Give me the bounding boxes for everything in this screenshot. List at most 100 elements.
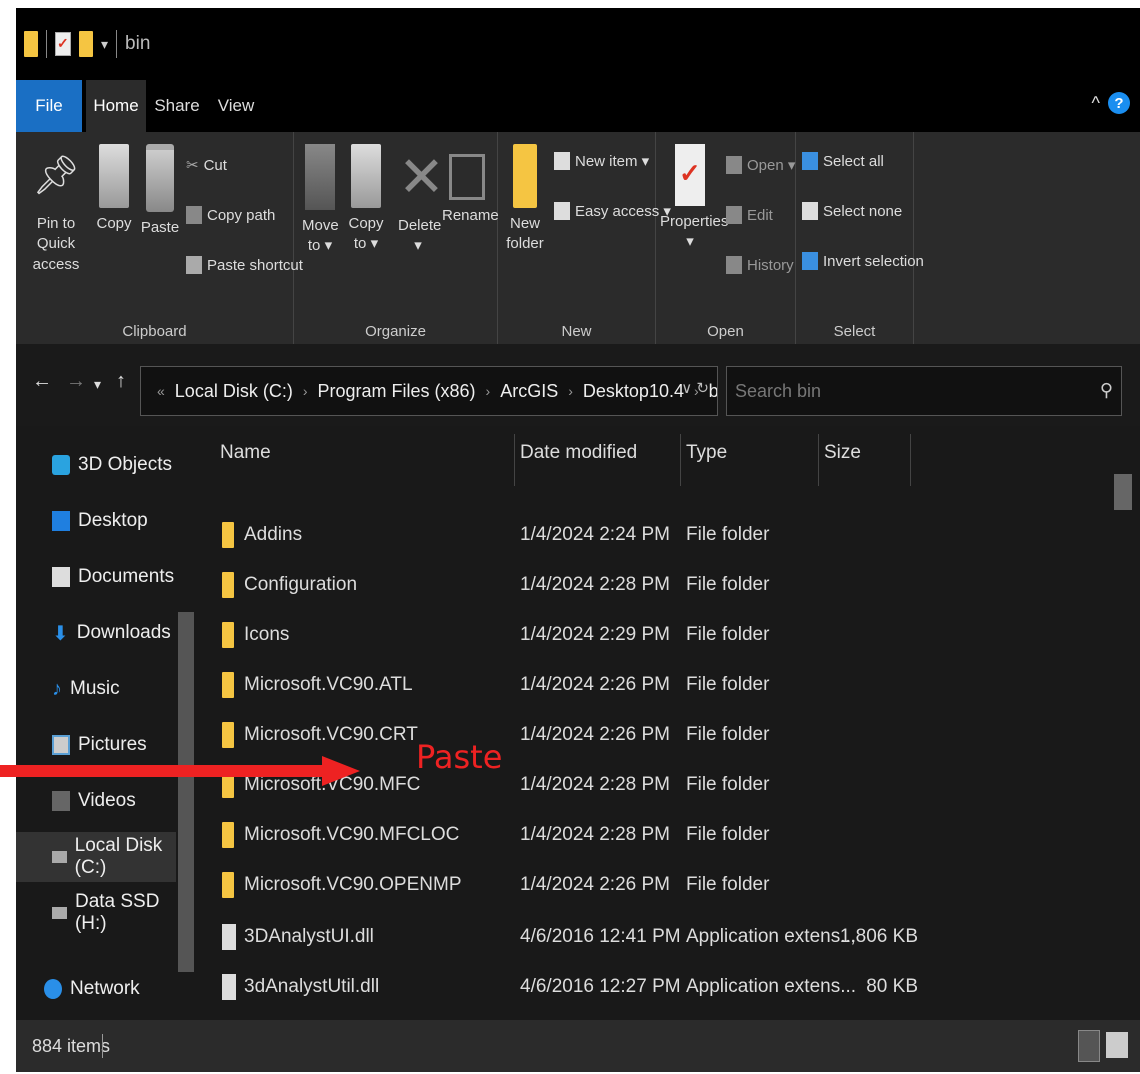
customize-quick-access-dropdown[interactable]: ▾ [101, 36, 108, 53]
forward-arrow-icon[interactable]: → [66, 370, 86, 393]
breadcrumb-chevron-icon[interactable]: › [303, 383, 308, 399]
copy-to-button[interactable]: Copy to ▾ [348, 144, 384, 255]
column-header-type[interactable]: Type [686, 442, 727, 464]
file-row[interactable]: 3dAnalystUtil.dll 4/6/2016 12:27 PM Appl… [198, 964, 1114, 1014]
paste-annotation-label: Paste [416, 738, 503, 776]
new-folder-quick-access-icon[interactable] [79, 31, 93, 57]
column-divider[interactable] [818, 434, 819, 486]
folder-icon [222, 672, 234, 698]
paste-button[interactable]: Paste [140, 144, 180, 238]
move-to-button[interactable]: Move to ▾ [302, 144, 339, 257]
column-header-date[interactable]: Date modified [520, 442, 637, 464]
nav-item-label: Pictures [78, 734, 147, 755]
ribbon-tabs: File Home Share View ^ ? [16, 80, 1140, 132]
delete-dropdown[interactable]: ▾ [398, 236, 438, 256]
file-list-scrollbar[interactable] [1114, 426, 1140, 1020]
file-list-scrollbar-thumb[interactable] [1114, 474, 1132, 510]
column-header-size[interactable]: Size [824, 442, 861, 464]
address-box[interactable]: « Local Disk (C:) › Program Files (x86) … [140, 366, 718, 416]
file-row[interactable]: Microsoft.VC90.OPENMP 1/4/2024 2:26 PM F… [198, 862, 1114, 912]
help-icon[interactable]: ? [1108, 92, 1130, 114]
copy-path-button[interactable]: Copy path [186, 206, 275, 224]
file-type: File folder [686, 724, 770, 745]
history-button[interactable]: History [726, 256, 794, 274]
nav-item-local-disk[interactable]: Local Disk (C:) [16, 832, 176, 882]
nav-item-3d-objects[interactable]: 3D Objects [16, 440, 176, 490]
cut-button[interactable]: ✂︎ Cut [186, 156, 227, 175]
nav-item-downloads[interactable]: ⬇︎ Downloads [16, 608, 176, 658]
breadcrumb-local-disk[interactable]: Local Disk (C:) [175, 381, 293, 402]
breadcrumb-desktop[interactable]: Desktop10.4 [583, 381, 684, 402]
status-separator [102, 1034, 103, 1058]
copy-to-label-line2: to ▾ [353, 235, 379, 253]
column-divider[interactable] [514, 434, 515, 486]
copy-button[interactable]: Copy [96, 144, 132, 234]
file-name: Microsoft.VC90.MFCLOC [244, 824, 460, 845]
select-all-button[interactable]: Select all [802, 152, 884, 170]
breadcrumb-bin[interactable]: bin [709, 381, 717, 402]
properties-button[interactable]: Properties ▾ [660, 144, 728, 253]
recent-locations-chevron-icon[interactable]: ▾ [94, 376, 101, 393]
details-view-icon[interactable] [1078, 1030, 1100, 1062]
open-label: Open ▾ [747, 157, 796, 174]
move-label-line2: to ▾ [307, 237, 333, 255]
file-row[interactable]: Microsoft.VC90.ATL 1/4/2024 2:26 PM File… [198, 662, 1114, 712]
column-divider[interactable] [680, 434, 681, 486]
open-button[interactable]: Open ▾ [726, 156, 795, 174]
breadcrumb-program-files[interactable]: Program Files (x86) [318, 381, 476, 402]
nav-item-network[interactable]: Network [16, 964, 176, 1014]
invert-selection-button[interactable]: Invert selection [802, 252, 924, 270]
network-icon [44, 979, 62, 999]
search-input[interactable] [735, 380, 1075, 402]
breadcrumb-chevron-icon[interactable]: › [486, 383, 491, 399]
properties-icon [675, 144, 705, 206]
nav-item-desktop[interactable]: Desktop [16, 496, 176, 546]
breadcrumb-arcgis[interactable]: ArcGIS [500, 381, 558, 402]
overflow-chevron[interactable]: « [157, 383, 165, 399]
new-item-button[interactable]: New item ▾ [554, 152, 649, 170]
new-folder-label-line2: folder [506, 235, 544, 253]
large-icons-view-icon[interactable] [1106, 1032, 1128, 1058]
edit-label: Edit [747, 206, 773, 224]
rename-button[interactable]: Rename [442, 144, 499, 226]
paste-shortcut-button[interactable]: Paste shortcut [186, 256, 303, 274]
new-folder-label-line1: New [509, 215, 540, 232]
collapse-ribbon-icon[interactable]: ^ [1092, 93, 1100, 114]
file-row[interactable]: Microsoft.VC90.MFCLOC 1/4/2024 2:28 PM F… [198, 812, 1114, 862]
search-icon[interactable]: ⚲ [1100, 380, 1113, 401]
copy-icon [99, 144, 129, 208]
file-name: Microsoft.VC90.CRT [244, 724, 418, 745]
search-box[interactable]: ⚲ [726, 366, 1122, 416]
nav-item-music[interactable]: ♪ Music [16, 664, 176, 714]
file-row[interactable]: Microsoft.VC90.CRT 1/4/2024 2:26 PM File… [198, 712, 1114, 762]
delete-button[interactable]: ✕ Delete ▾ [398, 144, 445, 257]
easy-access-button[interactable]: Easy access ▾ [554, 202, 671, 220]
file-row[interactable]: Addins 1/4/2024 2:24 PM File folder [198, 512, 1114, 562]
refresh-icon[interactable]: ↻ [696, 380, 709, 397]
column-header-name[interactable]: Name [220, 442, 271, 464]
nav-item-documents[interactable]: Documents [16, 552, 176, 602]
file-row[interactable]: Icons 1/4/2024 2:29 PM File folder [198, 612, 1114, 662]
nav-item-data-ssd[interactable]: Data SSD (H:) [16, 888, 176, 938]
window-title: bin [125, 33, 151, 54]
address-history-chevron-icon[interactable]: ∨ [681, 380, 692, 397]
new-folder-button[interactable]: New folder [506, 144, 544, 255]
folder-icon [222, 622, 234, 648]
back-arrow-icon[interactable]: ← [32, 370, 52, 393]
edit-button[interactable]: Edit [726, 206, 773, 224]
delete-label: Delete [398, 217, 442, 234]
column-divider[interactable] [910, 434, 911, 486]
properties-quick-access-icon[interactable] [55, 32, 71, 56]
tab-share[interactable]: Share [154, 80, 200, 132]
pin-to-quick-access-button[interactable]: 📌︎ Pin to Quick access [20, 144, 92, 275]
up-arrow-icon[interactable]: ↑ [116, 370, 126, 393]
breadcrumb-chevron-icon[interactable]: › [568, 383, 573, 399]
nav-scrollbar-thumb[interactable] [178, 612, 194, 972]
tab-view[interactable]: View [214, 80, 258, 132]
properties-dropdown[interactable]: ▾ [660, 232, 720, 252]
file-row[interactable]: 3DAnalystUI.dll 4/6/2016 12:41 PM Applic… [198, 914, 1114, 964]
tab-file[interactable]: File [16, 80, 82, 132]
file-row[interactable]: Configuration 1/4/2024 2:28 PM File fold… [198, 562, 1114, 612]
select-none-button[interactable]: Select none [802, 202, 902, 220]
tab-home[interactable]: Home [86, 80, 146, 132]
